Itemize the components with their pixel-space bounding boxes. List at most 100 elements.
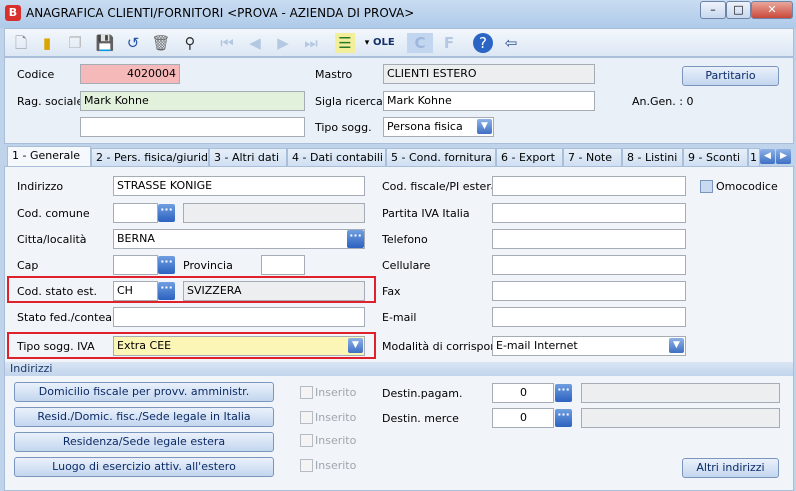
f-icon[interactable]: F: [439, 33, 459, 53]
citta-label: Citta/località: [17, 233, 87, 246]
list-icon[interactable]: ☰: [335, 33, 355, 53]
citta-input[interactable]: BERNA: [113, 229, 365, 249]
tab-more[interactable]: 1: [748, 148, 760, 167]
inserito-label: Inserito: [315, 459, 357, 472]
tab-scroll-right-icon[interactable]: ▶: [776, 149, 791, 164]
rag-sociale-input[interactable]: Mark Kohne: [80, 91, 305, 111]
tipo-iva-select[interactable]: Extra CEE ▼: [113, 336, 365, 356]
tab-cond-fornitura[interactable]: 5 - Cond. fornitura: [386, 148, 496, 167]
residenza-estera-button[interactable]: Residenza/Sede legale estera: [14, 432, 274, 452]
indirizzo-label: Indirizzo: [17, 180, 64, 193]
chevron-down-icon[interactable]: ▼: [348, 338, 363, 353]
email-label: E-mail: [382, 311, 417, 324]
inserito-checkbox[interactable]: [300, 386, 313, 399]
delete-icon[interactable]: 🗑: [151, 33, 171, 53]
tab-pers-fisica[interactable]: 2 - Pers. fisica/giurid.: [91, 148, 212, 167]
inserito-checkbox[interactable]: [300, 459, 313, 472]
indirizzo-input[interactable]: STRASSE KONIGE: [113, 176, 365, 196]
stato-desc: SVIZZERA: [183, 281, 365, 301]
open-folder-icon[interactable]: ▮: [37, 33, 57, 53]
codice-input[interactable]: 4020004: [80, 64, 180, 84]
cod-stato-label: Cod. stato est.: [17, 285, 98, 298]
mastro-label: Mastro: [315, 68, 353, 81]
tab-dati-contabili[interactable]: 4 - Dati contabili: [287, 148, 386, 167]
binoculars-icon[interactable]: ⚲: [180, 33, 200, 53]
omocodice-checkbox[interactable]: [700, 180, 713, 193]
tab-export[interactable]: 6 - Export: [496, 148, 563, 167]
partitario-button[interactable]: Partitario: [682, 66, 779, 86]
luogo-esercizio-button[interactable]: Luogo di esercizio attiv. all'estero: [14, 457, 274, 477]
sigla-input[interactable]: Mark Kohne: [383, 91, 595, 111]
destin-pagam-lookup-button[interactable]: ···: [555, 384, 572, 402]
tab-altri-dati[interactable]: 3 - Altri dati: [209, 148, 287, 167]
tab-generale[interactable]: 1 - Generale: [7, 146, 91, 167]
cap-input[interactable]: [113, 255, 158, 275]
cod-stato-lookup-button[interactable]: ···: [158, 282, 175, 300]
stato-fed-label: Stato fed./contea: [17, 311, 112, 324]
cod-stato-input[interactable]: CH: [113, 281, 158, 301]
indirizzi-section-header: Indirizzi: [5, 362, 793, 376]
tipo-sogg-label: Tipo sogg.: [315, 121, 372, 134]
telefono-label: Telefono: [382, 233, 428, 246]
destin-pagam-label: Destin.pagam.: [382, 387, 463, 400]
toolbar: 🗋 ▮ ❐ 💾 ↺ 🗑 ⚲ ⏮ ◀ ▶ ⏭ ☰ ▾ OLE C F ? ⇦: [4, 28, 794, 57]
cf-estera-input[interactable]: [492, 176, 686, 196]
next-icon[interactable]: ▶: [273, 33, 293, 53]
copy-icon[interactable]: ❐: [65, 33, 85, 53]
rag-sociale2-input[interactable]: [80, 117, 305, 137]
telefono-input[interactable]: [492, 229, 686, 249]
domicilio-fiscale-button[interactable]: Domicilio fiscale per provv. amministr.: [14, 382, 274, 402]
help-icon[interactable]: ?: [473, 33, 493, 53]
inserito-checkbox[interactable]: [300, 411, 313, 424]
ole-icon[interactable]: OLE: [373, 33, 395, 53]
mastro-input[interactable]: CLIENTI ESTERO: [383, 64, 595, 84]
exit-icon[interactable]: ⇦: [501, 33, 521, 53]
tipo-sogg-select[interactable]: Persona fisica ▼: [383, 117, 494, 137]
cod-comune-lookup-button[interactable]: ···: [158, 204, 175, 222]
stato-fed-input[interactable]: [113, 307, 365, 327]
tab-listini[interactable]: 8 - Listini: [622, 148, 683, 167]
destin-merce-lookup-button[interactable]: ···: [555, 409, 572, 427]
tipo-iva-value: Extra CEE: [117, 339, 172, 352]
inserito-label: Inserito: [315, 434, 357, 447]
tab-sconti[interactable]: 9 - Sconti: [683, 148, 748, 167]
tab-scroll-left-icon[interactable]: ◀: [760, 149, 775, 164]
tab-note[interactable]: 7 - Note: [563, 148, 622, 167]
email-input[interactable]: [492, 307, 686, 327]
resid-domic-button[interactable]: Resid./Domic. fisc./Sede legale in Itali…: [14, 407, 274, 427]
first-icon[interactable]: ⏮: [217, 33, 237, 53]
destin-merce-input[interactable]: 0: [492, 408, 554, 428]
altri-indirizzi-button[interactable]: Altri indirizzi: [682, 458, 779, 478]
title-bar: B ANAGRAFICA CLIENTI/FORNITORI <PROVA - …: [0, 0, 796, 28]
cod-comune-input[interactable]: [113, 203, 158, 223]
modalita-select[interactable]: E-mail Internet ▼: [492, 336, 686, 356]
citta-lookup-button[interactable]: ···: [347, 230, 364, 248]
destin-pagam-input[interactable]: 0: [492, 383, 554, 403]
maximize-button[interactable]: □: [726, 1, 751, 19]
provincia-label: Provincia: [183, 259, 233, 272]
piva-input[interactable]: [492, 203, 686, 223]
modalita-label: Modalità di corrispond.: [382, 340, 508, 353]
app-logo: B: [5, 5, 21, 21]
cellulare-input[interactable]: [492, 255, 686, 275]
minimize-button[interactable]: –: [700, 1, 726, 19]
last-icon[interactable]: ⏭: [301, 33, 321, 53]
window-title: ANAGRAFICA CLIENTI/FORNITORI <PROVA - AZ…: [26, 6, 415, 20]
chevron-down-icon[interactable]: ▼: [477, 119, 492, 134]
c-icon[interactable]: C: [407, 33, 433, 53]
fax-label: Fax: [382, 285, 401, 298]
destin-merce-desc: [581, 408, 780, 428]
codice-label: Codice: [17, 68, 55, 81]
inserito-checkbox[interactable]: [300, 434, 313, 447]
close-button[interactable]: ✕: [751, 1, 793, 19]
chevron-down-icon[interactable]: ▼: [669, 338, 684, 353]
cap-lookup-button[interactable]: ···: [158, 256, 175, 274]
prev-icon[interactable]: ◀: [245, 33, 265, 53]
inserito-label: Inserito: [315, 386, 357, 399]
new-icon[interactable]: 🗋: [11, 33, 31, 53]
fax-input[interactable]: [492, 281, 686, 301]
provincia-input[interactable]: [261, 255, 305, 275]
save-icon[interactable]: 💾: [95, 33, 115, 53]
undo-icon[interactable]: ↺: [123, 33, 143, 53]
cf-estera-label: Cod. fiscale/PI estera: [382, 180, 498, 193]
